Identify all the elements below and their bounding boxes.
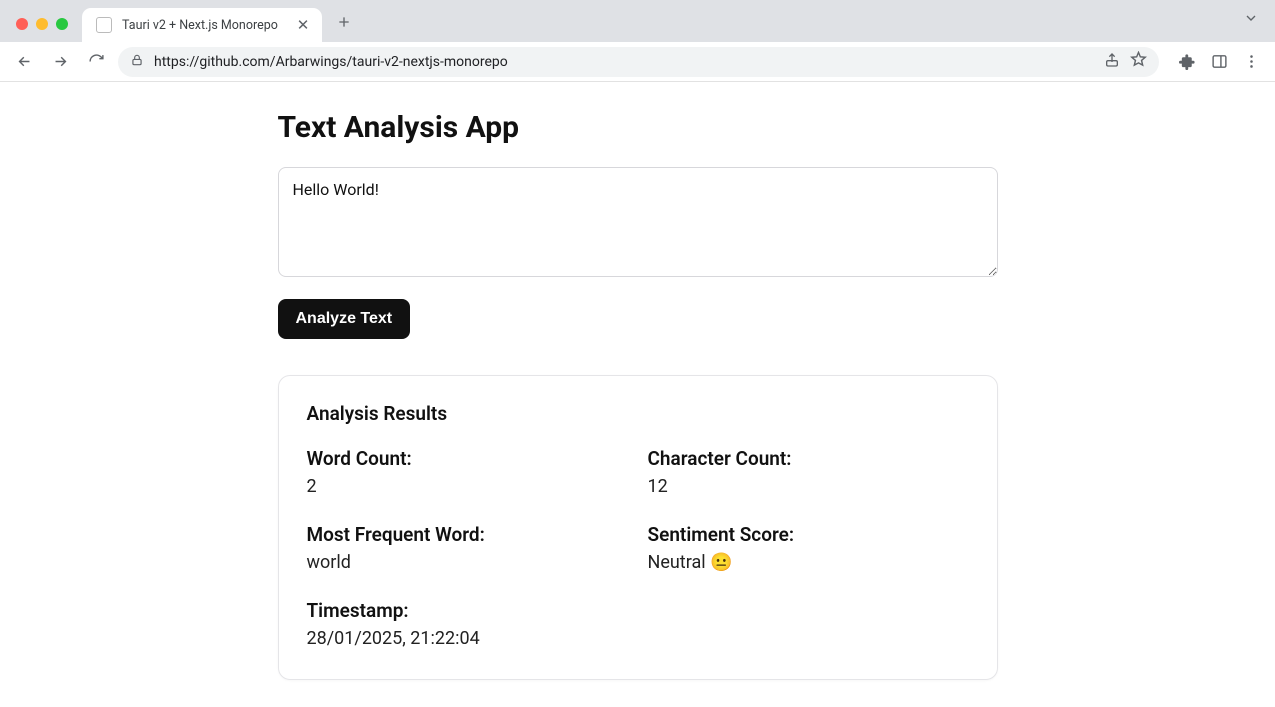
- extensions-icon[interactable]: [1173, 48, 1201, 76]
- metric-label: Sentiment Score:: [648, 523, 969, 546]
- results-grid: Word Count: 2 Character Count: 12 Most F…: [307, 447, 969, 649]
- metric-sentiment: Sentiment Score: Neutral 😐: [648, 523, 969, 573]
- window-close-button[interactable]: [16, 18, 28, 30]
- results-heading: Analysis Results: [307, 402, 969, 425]
- window-minimize-button[interactable]: [36, 18, 48, 30]
- browser-toolbar: https://github.com/Arbarwings/tauri-v2-n…: [0, 42, 1275, 82]
- tab-close-button[interactable]: ✕: [294, 16, 312, 34]
- metric-label: Word Count:: [307, 447, 628, 470]
- reload-button[interactable]: [82, 48, 110, 76]
- tab-strip: Tauri v2 + Next.js Monorepo ✕: [0, 0, 1275, 42]
- window-zoom-button[interactable]: [56, 18, 68, 30]
- metric-label: Character Count:: [648, 447, 969, 470]
- viewport: Text Analysis App Analyze Text Analysis …: [0, 82, 1275, 707]
- lock-icon: [130, 53, 144, 71]
- tab-favicon: [96, 17, 112, 33]
- window-controls: [16, 18, 68, 30]
- metric-label: Timestamp:: [307, 599, 969, 622]
- metric-value: 12: [648, 476, 969, 497]
- text-input[interactable]: [278, 167, 998, 277]
- metric-value: Neutral 😐: [648, 552, 969, 573]
- browser-menu-icon[interactable]: [1237, 48, 1265, 76]
- browser-tab[interactable]: Tauri v2 + Next.js Monorepo ✕: [82, 8, 322, 42]
- metric-value: 28/01/2025, 21:22:04: [307, 628, 969, 649]
- side-panel-icon[interactable]: [1205, 48, 1233, 76]
- metric-word-count: Word Count: 2: [307, 447, 628, 497]
- results-card: Analysis Results Word Count: 2 Character…: [278, 375, 998, 680]
- tab-title: Tauri v2 + Next.js Monorepo: [122, 18, 284, 33]
- back-button[interactable]: [10, 48, 38, 76]
- analyze-button[interactable]: Analyze Text: [278, 299, 411, 339]
- page-content: Text Analysis App Analyze Text Analysis …: [278, 82, 998, 707]
- tabs-dropdown-button[interactable]: [1243, 10, 1259, 30]
- bookmark-icon[interactable]: [1130, 51, 1147, 72]
- metric-most-frequent: Most Frequent Word: world: [307, 523, 628, 573]
- metric-timestamp: Timestamp: 28/01/2025, 21:22:04: [307, 599, 969, 649]
- new-tab-button[interactable]: [332, 10, 356, 34]
- metric-char-count: Character Count: 12: [648, 447, 969, 497]
- metric-label: Most Frequent Word:: [307, 523, 628, 546]
- metric-value: 2: [307, 476, 628, 497]
- address-bar[interactable]: https://github.com/Arbarwings/tauri-v2-n…: [118, 47, 1159, 77]
- url-text: https://github.com/Arbarwings/tauri-v2-n…: [154, 54, 1094, 70]
- share-icon[interactable]: [1104, 52, 1120, 72]
- page-title: Text Analysis App: [278, 110, 998, 145]
- metric-value: world: [307, 552, 628, 573]
- forward-button[interactable]: [46, 48, 74, 76]
